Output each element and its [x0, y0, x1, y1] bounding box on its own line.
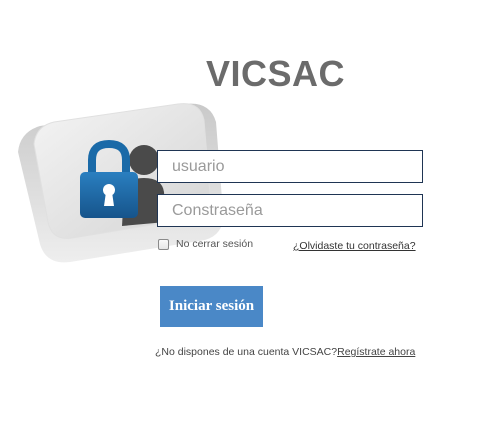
- signup-link[interactable]: Regístrate ahora: [337, 346, 415, 358]
- password-input[interactable]: [158, 195, 422, 226]
- remember-checkbox[interactable]: [158, 238, 169, 250]
- forgot-password-link[interactable]: ¿Olvidaste tu contraseña?: [293, 240, 416, 252]
- signup-text: ¿No dispones de una cuenta VICSAC?: [155, 346, 338, 358]
- remember-me: No cerrar sesión: [158, 238, 253, 250]
- signup-prompt: ¿No dispones de una cuenta VICSAC?Regíst…: [155, 346, 415, 358]
- username-input[interactable]: [158, 151, 422, 182]
- password-field[interactable]: [157, 194, 423, 227]
- username-field[interactable]: [157, 150, 423, 183]
- login-button[interactable]: Iniciar sesión: [160, 286, 263, 327]
- remember-label: No cerrar sesión: [176, 238, 254, 250]
- app-title: VICSAC: [206, 53, 346, 94]
